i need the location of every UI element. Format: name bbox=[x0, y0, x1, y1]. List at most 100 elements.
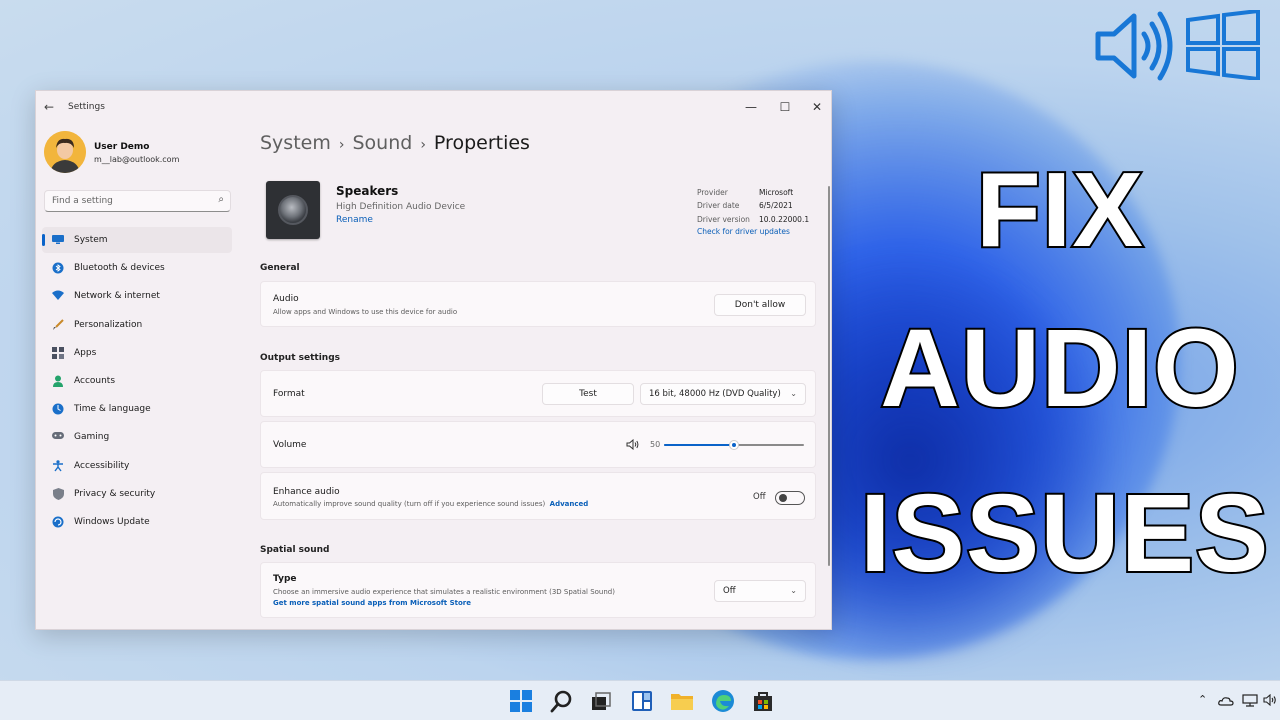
user-email: m__lab@outlook.com bbox=[94, 155, 180, 164]
sidebar-item-system[interactable]: System bbox=[42, 227, 232, 253]
widgets-icon[interactable] bbox=[630, 689, 654, 713]
headline-fix: FIX bbox=[974, 149, 1145, 271]
section-title-general: General bbox=[260, 263, 300, 273]
volume-title: Volume bbox=[273, 440, 307, 450]
driver-provider-value: Microsoft bbox=[759, 188, 794, 197]
chevron-down-icon: ⌄ bbox=[790, 389, 797, 398]
start-icon[interactable] bbox=[509, 689, 533, 713]
search-icon: ⌕ bbox=[218, 194, 224, 205]
enhance-toggle-state: Off bbox=[753, 492, 766, 502]
sidebar-item-label: System bbox=[74, 235, 108, 245]
breadcrumb-separator: › bbox=[420, 137, 426, 153]
dont-allow-button[interactable]: Don't allow bbox=[714, 294, 806, 316]
format-card: Format Test 16 bit, 48000 Hz (DVD Qualit… bbox=[260, 370, 816, 417]
store-icon[interactable] bbox=[751, 689, 775, 713]
accounts-icon bbox=[52, 375, 64, 387]
audio-desc: Allow apps and Windows to use this devic… bbox=[273, 308, 458, 316]
sidebar-item-label: Accessibility bbox=[74, 460, 130, 471]
back-arrow-icon[interactable]: ← bbox=[44, 100, 54, 114]
volume-value: 50 bbox=[650, 440, 661, 449]
sidebar-item-label: Gaming bbox=[74, 432, 110, 443]
chevron-up-icon[interactable]: ⌃ bbox=[1198, 693, 1207, 706]
privacy-icon bbox=[52, 487, 64, 500]
search-icon[interactable] bbox=[550, 689, 574, 713]
sidebar-item-network[interactable]: Network & internet bbox=[42, 283, 232, 309]
onedrive-icon[interactable] bbox=[1218, 695, 1234, 706]
enhance-audio-desc-text: Automatically improve sound quality (tur… bbox=[273, 500, 546, 508]
scrollbar[interactable] bbox=[828, 186, 830, 566]
user-name: User Demo bbox=[94, 142, 150, 152]
spatial-type-title: Type bbox=[273, 574, 297, 584]
sidebar-item-label: Network & internet bbox=[74, 291, 160, 302]
edge-icon[interactable] bbox=[711, 689, 735, 713]
windows-update-icon bbox=[52, 516, 64, 528]
sidebar-item-label: Privacy & security bbox=[74, 488, 156, 499]
microsoft-store-link[interactable]: Get more spatial sound apps from Microso… bbox=[273, 599, 471, 607]
sidebar-item-accounts[interactable]: Accounts bbox=[42, 368, 232, 394]
volume-icon bbox=[626, 439, 639, 450]
sidebar-item-accessibility[interactable]: Accessibility bbox=[42, 453, 232, 479]
speaker-volume-icon bbox=[1095, 11, 1173, 81]
network-icon bbox=[52, 290, 64, 302]
search-placeholder: Find a setting bbox=[52, 196, 113, 206]
gaming-icon bbox=[52, 431, 64, 443]
close-button[interactable]: ✕ bbox=[802, 96, 831, 118]
driver-date-value: 6/5/2021 bbox=[759, 201, 793, 211]
spatial-type-desc: Choose an immersive audio experience tha… bbox=[273, 588, 615, 596]
audio-card: Audio Allow apps and Windows to use this… bbox=[260, 281, 816, 327]
network-icon[interactable] bbox=[1242, 694, 1258, 707]
sidebar-item-label: Time & language bbox=[74, 404, 151, 415]
chevron-down-icon: ⌄ bbox=[790, 586, 797, 595]
headline-audio: AUDIO bbox=[878, 305, 1240, 432]
enhance-audio-desc: Automatically improve sound quality (tur… bbox=[273, 500, 588, 508]
taskbar: ⌃ bbox=[0, 680, 1280, 720]
sidebar-item-personalization[interactable]: Personalization bbox=[42, 312, 232, 338]
settings-window: ← Settings — ☐ ✕ User Demo m__lab@outloo… bbox=[35, 90, 832, 630]
avatar[interactable] bbox=[44, 131, 86, 173]
rename-link[interactable]: Rename bbox=[336, 215, 373, 225]
user-avatar-icon bbox=[44, 131, 86, 173]
format-title: Format bbox=[273, 389, 305, 399]
sidebar-item-privacy[interactable]: Privacy & security bbox=[42, 481, 232, 507]
page-title: Properties bbox=[433, 132, 530, 154]
advanced-link[interactable]: Advanced bbox=[550, 500, 589, 508]
volume-icon[interactable] bbox=[1263, 694, 1277, 706]
app-title: Settings bbox=[68, 102, 105, 112]
enhance-audio-toggle[interactable] bbox=[775, 491, 805, 505]
headline-issues: ISSUES bbox=[858, 470, 1270, 597]
maximize-button[interactable]: ☐ bbox=[770, 96, 800, 118]
volume-slider[interactable] bbox=[664, 440, 804, 450]
sidebar-item-label: Personalization bbox=[74, 319, 143, 330]
spatial-type-dropdown[interactable]: Off ⌄ bbox=[714, 580, 806, 602]
sidebar-item-gaming[interactable]: Gaming bbox=[42, 424, 232, 450]
test-button[interactable]: Test bbox=[542, 383, 634, 405]
format-dropdown[interactable]: 16 bit, 48000 Hz (DVD Quality) ⌄ bbox=[640, 383, 806, 405]
minimize-button[interactable]: — bbox=[736, 96, 766, 118]
sidebar-item-bluetooth[interactable]: Bluetooth & devices bbox=[42, 255, 232, 281]
enhance-audio-title: Enhance audio bbox=[273, 487, 340, 497]
driver-date-label: Driver date bbox=[697, 201, 740, 211]
sidebar-item-time-language[interactable]: Time & language bbox=[42, 396, 232, 422]
audio-title: Audio bbox=[273, 294, 299, 304]
bluetooth-icon bbox=[52, 262, 64, 274]
sidebar-item-label: Bluetooth & devices bbox=[74, 263, 165, 274]
enhance-audio-card: Enhance audio Automatically improve soun… bbox=[260, 472, 816, 520]
system-icon bbox=[52, 234, 64, 246]
spatial-type-value: Off bbox=[723, 586, 736, 596]
task-view-icon[interactable] bbox=[589, 689, 613, 713]
breadcrumb-system[interactable]: System bbox=[260, 132, 331, 154]
format-value: 16 bit, 48000 Hz (DVD Quality) bbox=[649, 389, 781, 399]
driver-provider-label: Provider bbox=[697, 188, 728, 197]
breadcrumb-sound[interactable]: Sound bbox=[352, 132, 412, 154]
driver-info: Provider Microsoft Driver date 6/5/2021 Dr… bbox=[697, 186, 809, 226]
search-input[interactable]: Find a setting ⌕ bbox=[44, 190, 231, 212]
sidebar-item-windows-update[interactable]: Windows Update bbox=[42, 509, 232, 535]
file-explorer-icon[interactable] bbox=[670, 689, 694, 713]
check-driver-updates-link[interactable]: Check for driver updates bbox=[697, 227, 790, 236]
sidebar-item-label: Accounts bbox=[74, 375, 116, 386]
volume-slider-thumb[interactable] bbox=[729, 440, 739, 450]
sidebar-item-label: Windows Update bbox=[74, 516, 150, 527]
sidebar-item-apps[interactable]: Apps bbox=[42, 340, 232, 366]
accessibility-icon bbox=[52, 459, 64, 472]
breadcrumb: System › Sound › Properties bbox=[260, 132, 530, 154]
